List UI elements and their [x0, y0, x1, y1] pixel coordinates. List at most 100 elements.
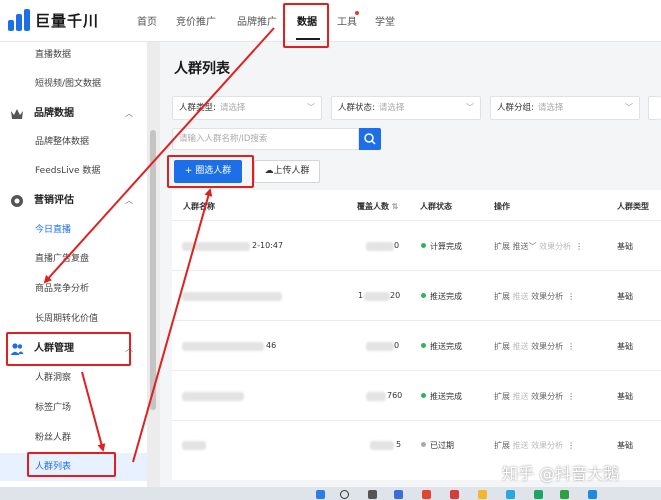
filter-audience-group[interactable]: 人群分组: 请选择 ﹀ [490, 96, 640, 120]
search-input[interactable]: 请输入人群名称/ID搜索 [172, 128, 359, 150]
notification-dot [355, 11, 359, 15]
search-icon [364, 133, 376, 145]
nav-learn[interactable]: 学堂 [375, 13, 395, 28]
coverage-value-suffix: 20 [390, 291, 401, 300]
status-badge: 推送完成 [421, 391, 462, 402]
divider [172, 420, 661, 421]
sidebar-item-tag-square[interactable]: 标签广场 [0, 394, 147, 422]
header-coverage[interactable]: 覆盖人数 ⇅ [357, 201, 399, 212]
status-dot [421, 243, 426, 248]
browser-icon[interactable] [506, 490, 515, 499]
coverage-value: 1 [358, 291, 364, 300]
compass-icon [11, 195, 23, 207]
sort-icon: ⇅ [391, 202, 399, 211]
expand-action[interactable]: 扩展 [494, 392, 510, 401]
filter-placeholder: 请选择 [378, 103, 405, 113]
audience-name[interactable]: 46 [266, 341, 276, 350]
push-action[interactable]: 推送 [513, 392, 529, 401]
effect-analysis-action[interactable]: 效果分析 [531, 292, 563, 301]
sidebar-scrollbar-thumb[interactable] [150, 130, 156, 410]
effect-analysis-action[interactable]: 效果分析 [531, 441, 563, 450]
sidebar-item-audience-insight[interactable]: 人群洞察 [0, 364, 147, 392]
sidebar-group-brand[interactable]: 品牌数据 ︿ [0, 99, 147, 129]
status-badge: 推送完成 [421, 341, 462, 352]
sidebar-item-long-term-value[interactable]: 长周期转化价值 [0, 305, 147, 333]
search-button[interactable] [359, 128, 381, 150]
blurred-coverage [364, 292, 390, 301]
nav-bidding[interactable]: 竞价推广 [176, 13, 216, 28]
effect-analysis-action[interactable]: 效果分析 [531, 342, 563, 351]
push-action[interactable]: 推送 [513, 292, 529, 301]
windows-start-icon[interactable] [316, 490, 325, 499]
push-action[interactable]: 推送 [513, 441, 529, 450]
sidebar-item-fan-audience[interactable]: 粉丝人群 [0, 424, 147, 452]
expand-action[interactable]: 扩展 [494, 441, 510, 450]
app-icon[interactable] [588, 490, 597, 499]
effect-analysis-action[interactable]: 效果分析 [531, 392, 563, 401]
row-actions: 扩展 推送 效果分析 ⋮ [494, 440, 575, 451]
folder-icon[interactable] [478, 490, 487, 499]
filter-audience-type[interactable]: 人群类型: 请选择 ﹀ [172, 96, 322, 120]
sidebar-item-live-data[interactable]: 直播数据 [0, 41, 147, 69]
header-coverage-label: 覆盖人数 [357, 202, 389, 211]
task-view-icon[interactable] [368, 490, 377, 499]
logo[interactable]: 巨量千川 [8, 9, 99, 31]
more-icon[interactable]: ⋮ [567, 292, 575, 301]
more-icon[interactable]: ⋮ [567, 342, 575, 351]
audience-table [172, 190, 661, 480]
sidebar-group-brand-label: 品牌数据 [34, 108, 74, 119]
app-icon[interactable] [394, 490, 403, 499]
more-icon[interactable]: ⋮ [567, 441, 575, 450]
sidebar-item-video-data[interactable]: 短视频/图文数据 [0, 70, 147, 98]
more-icon[interactable]: ⋮ [575, 242, 583, 251]
chevron-down-icon: ﹀ [307, 103, 315, 112]
blurred-coverage [366, 392, 386, 401]
push-action[interactable]: 推送﹀ [513, 242, 537, 251]
filter-placeholder: 请选择 [219, 103, 246, 113]
row-actions: 扩展 推送 效果分析 ⋮ [494, 341, 575, 352]
watermark: 知乎 @抖音大鹅 [502, 464, 620, 483]
mail-icon[interactable] [422, 490, 431, 499]
wechat-icon[interactable] [560, 490, 569, 499]
expand-action[interactable]: 扩展 [494, 242, 510, 251]
status-label: 推送完成 [430, 292, 462, 301]
app-icon[interactable] [534, 490, 543, 499]
nav-tools[interactable]: 工具 [337, 13, 357, 28]
filter-placeholder: 请选择 [537, 103, 564, 113]
blurred-coverage [370, 441, 394, 450]
status-label: 计算完成 [430, 242, 462, 251]
sidebar-item-today-live[interactable]: 今日直播 [0, 216, 147, 244]
sidebar-item-brand-overall[interactable]: 品牌整体数据 [0, 128, 147, 156]
audience-type: 基础 [617, 441, 633, 450]
blurred-coverage [366, 342, 394, 351]
more-icon[interactable]: ⋮ [567, 392, 575, 401]
filter-audience-status[interactable]: 人群状态: 请选择 ﹀ [331, 96, 481, 120]
app-icon[interactable] [450, 490, 459, 499]
effect-analysis-action[interactable]: 效果分析 [539, 242, 571, 251]
expand-action[interactable]: 扩展 [494, 342, 510, 351]
nav-brand[interactable]: 品牌推广 [237, 13, 277, 28]
status-dot [421, 442, 426, 447]
push-action[interactable]: 推送 [513, 342, 529, 351]
sidebar-group-marketing[interactable]: 营销评估 ︿ [0, 186, 147, 216]
divider [172, 270, 661, 271]
row-actions: 扩展 推送 效果分析 ⋮ [494, 391, 575, 402]
annotation-box-select-button [167, 155, 254, 188]
expand-action[interactable]: 扩展 [494, 292, 510, 301]
nav-home[interactable]: 首页 [137, 13, 157, 28]
logo-text: 巨量千川 [35, 11, 100, 30]
search-icon[interactable] [340, 490, 349, 499]
filter-extra[interactable] [648, 96, 661, 120]
status-dot [421, 343, 426, 348]
blurred-name [182, 342, 264, 351]
audience-name[interactable]: 2-10:47 [252, 241, 283, 250]
upload-audience-button[interactable]: ☁上传人群 [254, 160, 320, 183]
filter-label: 人群分组: [497, 103, 534, 113]
crown-icon [11, 109, 23, 119]
sidebar-item-live-review[interactable]: 直播广告复盘 [0, 245, 147, 273]
coverage-value: 0 [394, 341, 400, 350]
row-actions: 扩展 推送﹀ 效果分析 ⋮ [494, 241, 583, 252]
sidebar-item-product-competition[interactable]: 商品竞争分析 [0, 275, 147, 303]
sidebar-item-feedslive[interactable]: FeedsLive 数据 [0, 157, 147, 185]
status-dot [421, 293, 426, 298]
